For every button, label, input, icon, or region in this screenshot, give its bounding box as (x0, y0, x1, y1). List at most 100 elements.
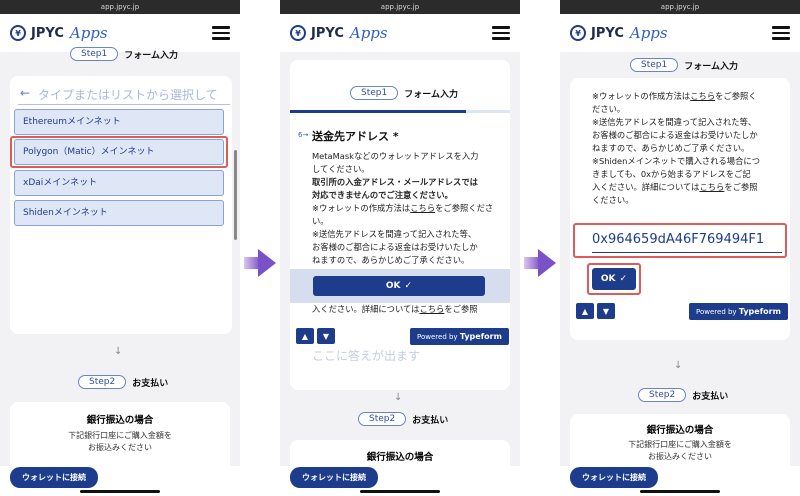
brand-name: JPYC (311, 25, 344, 41)
step2-header: Step2 お支払い (358, 412, 448, 426)
bank-title: 銀行振込の場合 (86, 415, 154, 426)
question-number: 6→ (298, 131, 309, 139)
bank-card: 銀行振込の場合 下記銀行口座にご購入金額を お振込みください (10, 402, 230, 472)
step2-header: Step2 お支払い (638, 388, 728, 402)
question-title: 送金先アドレス * (312, 130, 399, 143)
option-ethereum[interactable]: Ethereumメインネット (14, 109, 224, 135)
step2-pill: Step2 (78, 375, 127, 389)
flow-arrow-tail-2 (524, 257, 538, 269)
detail-link[interactable]: こちら (699, 182, 724, 192)
nav-down-button[interactable]: ▼ (597, 303, 615, 319)
step2-pill: Step2 (358, 412, 407, 426)
input-underline (18, 104, 230, 105)
phone-screen-1: app.jpyc.jp ¥ JPYC Apps Step1 フォーム入力 ← タ… (0, 0, 240, 496)
detail-link[interactable]: こちら (419, 304, 444, 314)
guide-link[interactable]: こちら (690, 91, 715, 101)
step1-header: Step1 フォーム入力 (630, 58, 738, 72)
desc-tail: 入ください。詳細についてはこちらをご参照 (312, 304, 478, 314)
step2-header: Step2 お支払い (78, 375, 168, 389)
brand-apps: Apps (69, 24, 108, 42)
question-description: MetaMaskなどのウォレットアドレスを入力 してください。 取引所の入金アド… (312, 150, 508, 267)
highlight-box-ok (587, 263, 641, 295)
guide-link[interactable]: こちら (410, 203, 435, 213)
brand-name: JPYC (31, 25, 64, 41)
phone-screen-3: app.jpyc.jp ¥ JPYC Apps Step1 フォーム入力 ※ウォ… (560, 0, 800, 496)
hamburger-menu-icon[interactable] (492, 23, 510, 43)
progress-fill (290, 110, 466, 113)
bank-line-2: お振込みください (648, 452, 712, 461)
home-indicator (640, 490, 720, 493)
down-arrow-icon: ↓ (394, 392, 403, 403)
desc-line-7: きましても、0xから始まるアドレスをご記 (592, 169, 751, 179)
desc-line-4: お客様のご都合による返金はお受けいたしか (592, 130, 758, 140)
step1-title: フォーム入力 (124, 50, 178, 61)
powered-by-typeform[interactable]: Powered by Typeform (410, 328, 509, 345)
desc-line-1: MetaMaskなどのウォレットアドレスを入力 (312, 151, 479, 161)
step1-header: Step1 フォーム入力 (70, 47, 178, 61)
connect-wallet-button[interactable]: ウォレットに接続 (290, 467, 378, 488)
flow-arrow-icon-1 (258, 249, 276, 277)
step1-title: フォーム入力 (684, 61, 738, 72)
bank-line-1: 下記銀行口座にご購入金額を (68, 431, 172, 440)
powered-by-typeform[interactable]: Powered by Typeform (689, 303, 788, 320)
bank-card: 銀行振込の場合 下記銀行口座にご購入金額を お振込みください (570, 414, 790, 474)
url-bar[interactable]: app.jpyc.jp (560, 0, 800, 14)
flow-arrow-tail-1 (244, 257, 258, 269)
connect-wallet-button[interactable]: ウォレットに接続 (570, 467, 658, 488)
brand-apps: Apps (349, 24, 388, 42)
step2-title: お支払い (412, 415, 449, 426)
down-arrow-icon: ↓ (114, 346, 123, 357)
highlight-box-polygon (10, 136, 228, 168)
step2-title: お支払い (132, 378, 169, 389)
bank-line-1: 下記銀行口座にご購入金額を (628, 440, 732, 449)
desc-line-2: してください。 (312, 164, 370, 174)
step1-header: Step1 フォーム入力 (350, 86, 458, 100)
highlight-box-address (573, 223, 787, 258)
desc-line-3: 取引所の入金アドレス・メールアドレスでは (312, 177, 478, 187)
back-arrow-icon[interactable]: ← (20, 86, 30, 100)
ok-button[interactable]: OK ✓ (313, 276, 485, 296)
step1-title: フォーム入力 (404, 89, 458, 100)
bank-title: 銀行振込の場合 (646, 425, 714, 436)
app-header: ¥ JPYC Apps (560, 14, 800, 52)
search-input[interactable]: タイプまたはリストから選択して (38, 86, 218, 103)
step1-pill: Step1 (70, 47, 119, 61)
step1-pill: Step1 (350, 86, 399, 100)
desc-line-5: ※ウォレットの作成方法はこちらをご参照ください。 (312, 203, 494, 226)
desc-line-6: ※Shidenメインネットで購入される場合につ (592, 156, 760, 166)
nav-down-button[interactable]: ▼ (317, 328, 335, 344)
jpyc-logo-icon: ¥ (570, 25, 586, 41)
nav-up-button[interactable]: ▲ (296, 328, 314, 344)
nav-up-button[interactable]: ▲ (576, 303, 594, 319)
url-bar[interactable]: app.jpyc.jp (0, 0, 240, 14)
desc-line-8: 入ください。詳細についてはこちらをご参照 (592, 182, 758, 192)
brand-apps: Apps (629, 24, 668, 42)
desc-line-5: ねますので、あらかじめご了承ください。 (592, 143, 750, 153)
hamburger-menu-icon[interactable] (212, 23, 230, 43)
bottom-bar: ウォレットに接続 (560, 466, 800, 496)
bank-line-2: お振込みください (88, 443, 152, 452)
app-header: ¥ JPYC Apps (280, 14, 520, 52)
flow-arrow-icon-2 (538, 249, 556, 277)
hamburger-menu-icon[interactable] (772, 23, 790, 43)
jpyc-logo-icon: ¥ (10, 25, 26, 41)
scrollbar[interactable] (234, 150, 237, 240)
desc-line-3: ※送信先アドレスを間違って記入された等、 (592, 117, 757, 127)
url-bar[interactable]: app.jpyc.jp (280, 0, 520, 14)
down-arrow-icon: ↓ (674, 360, 683, 371)
step1-pill: Step1 (630, 58, 679, 72)
bottom-bar: ウォレットに接続 (280, 466, 520, 496)
bottom-bar: ウォレットに接続 (0, 466, 240, 496)
phone-screen-2: app.jpyc.jp ¥ JPYC Apps Step1 フォーム入力 6→ … (280, 0, 520, 496)
connect-wallet-button[interactable]: ウォレットに接続 (10, 467, 98, 488)
progress-track (290, 110, 510, 113)
option-xdai[interactable]: xDaiメインネット (14, 170, 224, 196)
desc-line-8: ねますので、あらかじめご了承ください。 (312, 255, 470, 265)
option-shiden[interactable]: Shidenメインネット (14, 200, 224, 226)
bank-title: 銀行振込の場合 (366, 452, 434, 463)
desc-line-7: お客様のご都合による返金はお受けいたしか (312, 242, 478, 252)
step2-pill: Step2 (638, 388, 687, 402)
jpyc-logo-icon: ¥ (290, 25, 306, 41)
desc-line-2: ださい。 (592, 104, 626, 114)
answer-input[interactable]: ここに答えが出ます (312, 347, 420, 364)
